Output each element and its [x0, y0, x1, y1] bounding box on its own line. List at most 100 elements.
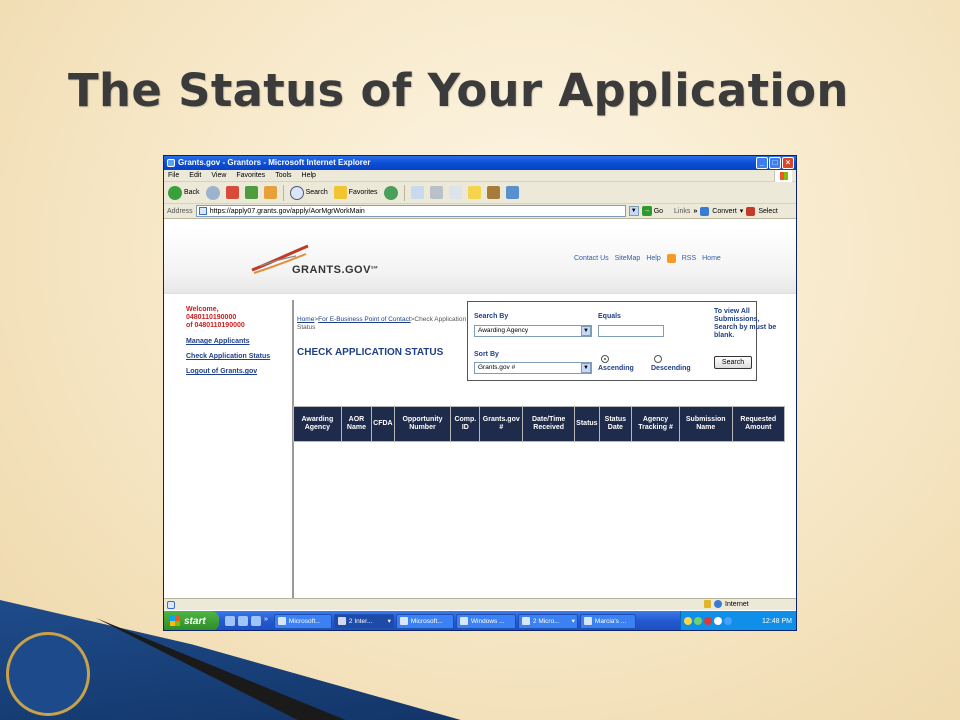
breadcrumb-home[interactable]: Home	[297, 316, 314, 323]
col-awarding-agency[interactable]: Awarding Agency	[293, 406, 342, 442]
links-label[interactable]: Links	[674, 208, 690, 215]
col-date-received[interactable]: Date/Time Received	[522, 406, 576, 442]
breadcrumb-poc[interactable]: For E-Business Point of Contact	[318, 316, 411, 323]
menu-help[interactable]: Help	[302, 172, 316, 179]
quick-launch: »	[225, 616, 268, 626]
convert-icon	[700, 206, 710, 216]
maximize-button[interactable]: □	[769, 157, 781, 169]
col-aor-name[interactable]: AOR Name	[340, 406, 373, 442]
tray-icon[interactable]	[724, 617, 732, 625]
globe-icon	[714, 600, 722, 608]
messenger-icon[interactable]	[505, 186, 519, 199]
grants-gov-logo[interactable]: GRANTS.GOVSM	[292, 264, 378, 276]
edit-icon[interactable]	[448, 186, 462, 199]
taskbar-item[interactable]: Windows ...	[455, 613, 516, 629]
page-title: CHECK APPLICATION STATUS	[297, 347, 444, 358]
taskbar-item[interactable]: Microsoft...	[273, 613, 332, 629]
menu-favorites[interactable]: Favorites	[236, 172, 265, 179]
home-icon[interactable]	[263, 186, 277, 199]
forward-button[interactable]	[205, 185, 220, 200]
descending-radio[interactable]	[654, 355, 662, 363]
manage-applicants-link[interactable]: Manage Applicants	[186, 338, 250, 345]
col-agency-tracking[interactable]: Agency Tracking #	[631, 406, 680, 442]
search-button[interactable]: Search	[289, 185, 328, 200]
taskbar-item[interactable]: Marcia's ...	[579, 613, 636, 629]
rss-link[interactable]: RSS	[682, 255, 696, 262]
taskbar-item-active[interactable]: 2 Inter... ▾	[333, 613, 394, 629]
back-button[interactable]: Back	[168, 185, 200, 200]
col-comp-id[interactable]: Comp. ID	[450, 406, 481, 442]
web-page: GRANTS.GOVSM Contact Us SiteMap Help RSS…	[164, 228, 796, 598]
help-link[interactable]: Help	[646, 255, 660, 262]
top-nav: Contact Us SiteMap Help RSS Home	[574, 254, 721, 263]
col-opportunity-number[interactable]: Opportunity Number	[393, 406, 452, 442]
print-icon[interactable]	[429, 186, 443, 199]
stop-icon[interactable]	[225, 186, 239, 199]
descending-label: Descending	[651, 365, 691, 372]
col-status[interactable]: Status	[574, 406, 600, 442]
taskbar-item[interactable]: 2 Micro... ▾	[517, 613, 578, 629]
select-button[interactable]: Select	[758, 208, 777, 215]
menu-bar: File Edit View Favorites Tools Help	[164, 170, 796, 182]
convert-dropdown[interactable]: ▾	[740, 207, 744, 215]
slide-title: The Status of Your Application	[68, 64, 849, 117]
col-status-date[interactable]: Status Date	[598, 406, 633, 442]
start-button[interactable]: start	[164, 611, 219, 630]
close-button[interactable]: ×	[782, 157, 794, 169]
ie-icon	[167, 159, 175, 167]
history-icon[interactable]	[383, 185, 398, 200]
address-bar: Address https://apply07.grants.gov/apply…	[164, 204, 796, 219]
quick-launch-more[interactable]: »	[264, 616, 268, 626]
zone-label: Internet	[725, 600, 749, 608]
windows-flag-icon	[170, 616, 180, 626]
clock[interactable]: 12:48 PM	[762, 618, 792, 625]
contact-us-link[interactable]: Contact Us	[574, 255, 609, 262]
chevron-down-icon: ▼	[581, 326, 591, 336]
menu-file[interactable]: File	[168, 172, 179, 179]
check-application-status-link[interactable]: Check Application Status	[186, 353, 270, 360]
search-icon	[289, 185, 304, 200]
go-button[interactable]: → Go	[641, 206, 663, 216]
minimize-button[interactable]: _	[756, 157, 768, 169]
menu-view[interactable]: View	[211, 172, 226, 179]
col-cfda[interactable]: CFDA	[371, 406, 395, 442]
logout-link[interactable]: Logout of Grants.gov	[186, 368, 257, 375]
tray-icon[interactable]	[694, 617, 702, 625]
window-titlebar: Grants.gov - Grantors - Microsoft Intern…	[164, 156, 796, 170]
welcome-message: Welcome, 0480110190000 of 0480110190000	[186, 306, 245, 329]
menu-edit[interactable]: Edit	[189, 172, 201, 179]
address-dropdown[interactable]: ▼	[628, 206, 639, 216]
sitemap-link[interactable]: SiteMap	[615, 255, 641, 262]
col-grants-gov-number[interactable]: Grants.gov #	[479, 406, 524, 442]
taskbar-item[interactable]: Microsoft...	[395, 613, 454, 629]
equals-input[interactable]	[598, 325, 664, 337]
tray-icon[interactable]	[714, 617, 722, 625]
col-requested-amount[interactable]: Requested Amount	[731, 406, 786, 442]
ascending-radio[interactable]	[601, 355, 609, 363]
department-of-state-seal	[6, 632, 90, 716]
refresh-icon[interactable]	[244, 186, 258, 199]
favorites-button[interactable]: Favorites	[333, 186, 378, 199]
research-icon[interactable]	[486, 186, 500, 199]
col-submission-name[interactable]: Submission Name	[678, 406, 733, 442]
mail-icon[interactable]	[410, 186, 424, 199]
search-by-select[interactable]: Awarding Agency ▼	[474, 325, 592, 337]
quick-launch-icon[interactable]	[238, 616, 248, 626]
address-input[interactable]: https://apply07.grants.gov/apply/AorMgrW…	[195, 205, 626, 217]
search-panel: Search By Awarding Agency ▼ Equals Sort …	[467, 301, 776, 381]
tray-icon[interactable]	[704, 617, 712, 625]
rss-icon[interactable]	[666, 254, 676, 263]
notes-icon[interactable]	[467, 186, 481, 199]
search-submit-button[interactable]: Search	[714, 356, 752, 369]
address-label: Address	[167, 207, 193, 215]
tray-icon[interactable]	[684, 617, 692, 625]
quick-launch-icon[interactable]	[251, 616, 261, 626]
menu-tools[interactable]: Tools	[275, 172, 291, 179]
convert-button[interactable]: Convert	[712, 208, 737, 215]
back-arrow-icon	[168, 185, 182, 200]
home-link[interactable]: Home	[702, 255, 721, 262]
sort-by-select[interactable]: Grants.gov # ▼	[474, 362, 592, 374]
links-chevron[interactable]: »	[693, 208, 697, 215]
quick-launch-icon[interactable]	[225, 616, 235, 626]
lock-icon	[704, 600, 711, 608]
